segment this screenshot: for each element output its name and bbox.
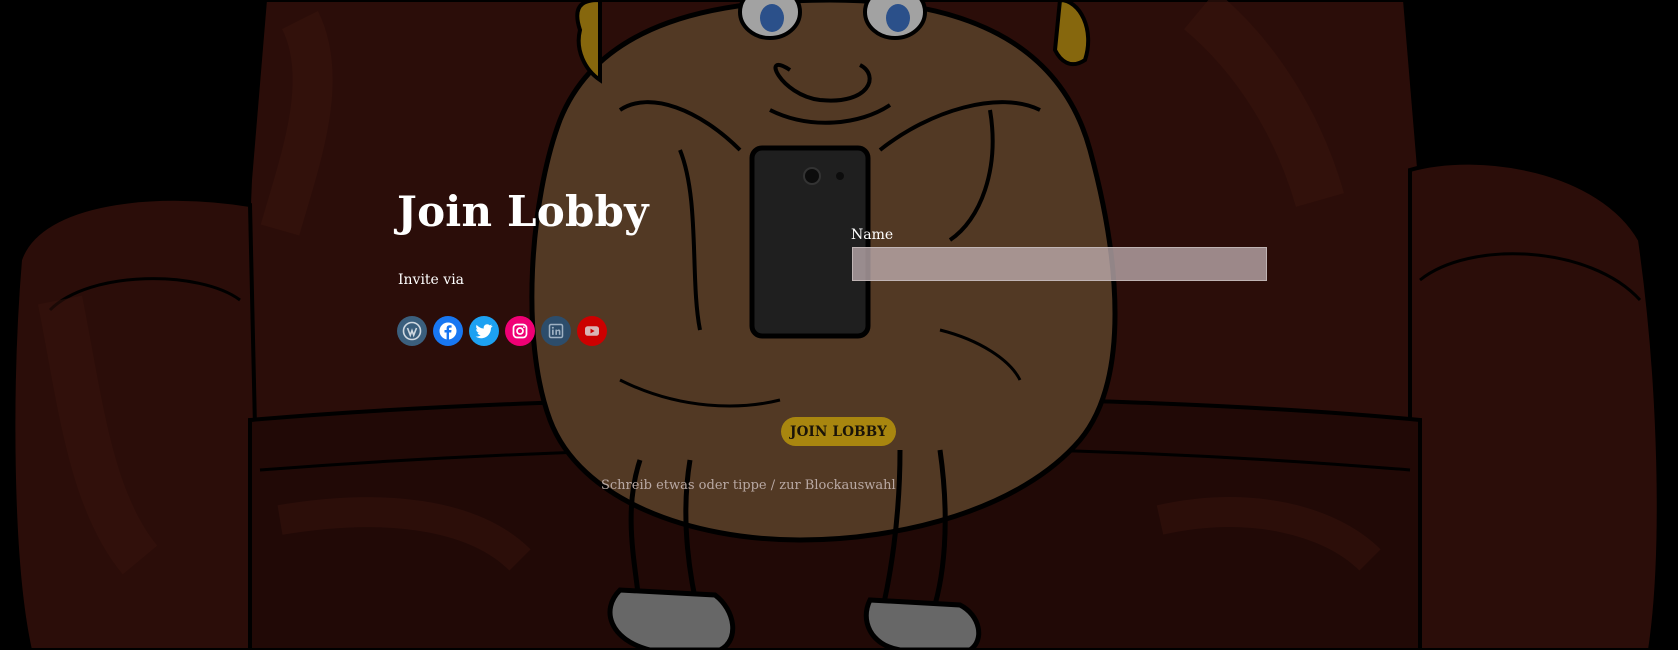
social-links <box>397 316 607 346</box>
facebook-link[interactable] <box>433 316 463 346</box>
linkedin-icon <box>546 321 566 341</box>
invite-label: Invite via <box>398 272 465 288</box>
wordpress-icon <box>402 321 422 341</box>
join-lobby-button[interactable]: JOIN LOBBY <box>781 417 896 446</box>
twitter-link[interactable] <box>469 316 499 346</box>
name-input[interactable] <box>852 247 1267 281</box>
instagram-link[interactable] <box>505 316 535 346</box>
youtube-icon <box>582 321 602 341</box>
wordpress-link[interactable] <box>397 316 427 346</box>
twitter-icon <box>474 321 494 341</box>
linkedin-link[interactable] <box>541 316 571 346</box>
facebook-icon <box>438 321 458 341</box>
background-illustration <box>0 0 1678 650</box>
page-title: Join Lobby <box>397 187 649 236</box>
instagram-icon <box>510 321 530 341</box>
youtube-link[interactable] <box>577 316 607 346</box>
block-editor-hint[interactable]: Schreib etwas oder tippe / zur Blockausw… <box>601 476 896 496</box>
name-label: Name <box>851 227 894 243</box>
